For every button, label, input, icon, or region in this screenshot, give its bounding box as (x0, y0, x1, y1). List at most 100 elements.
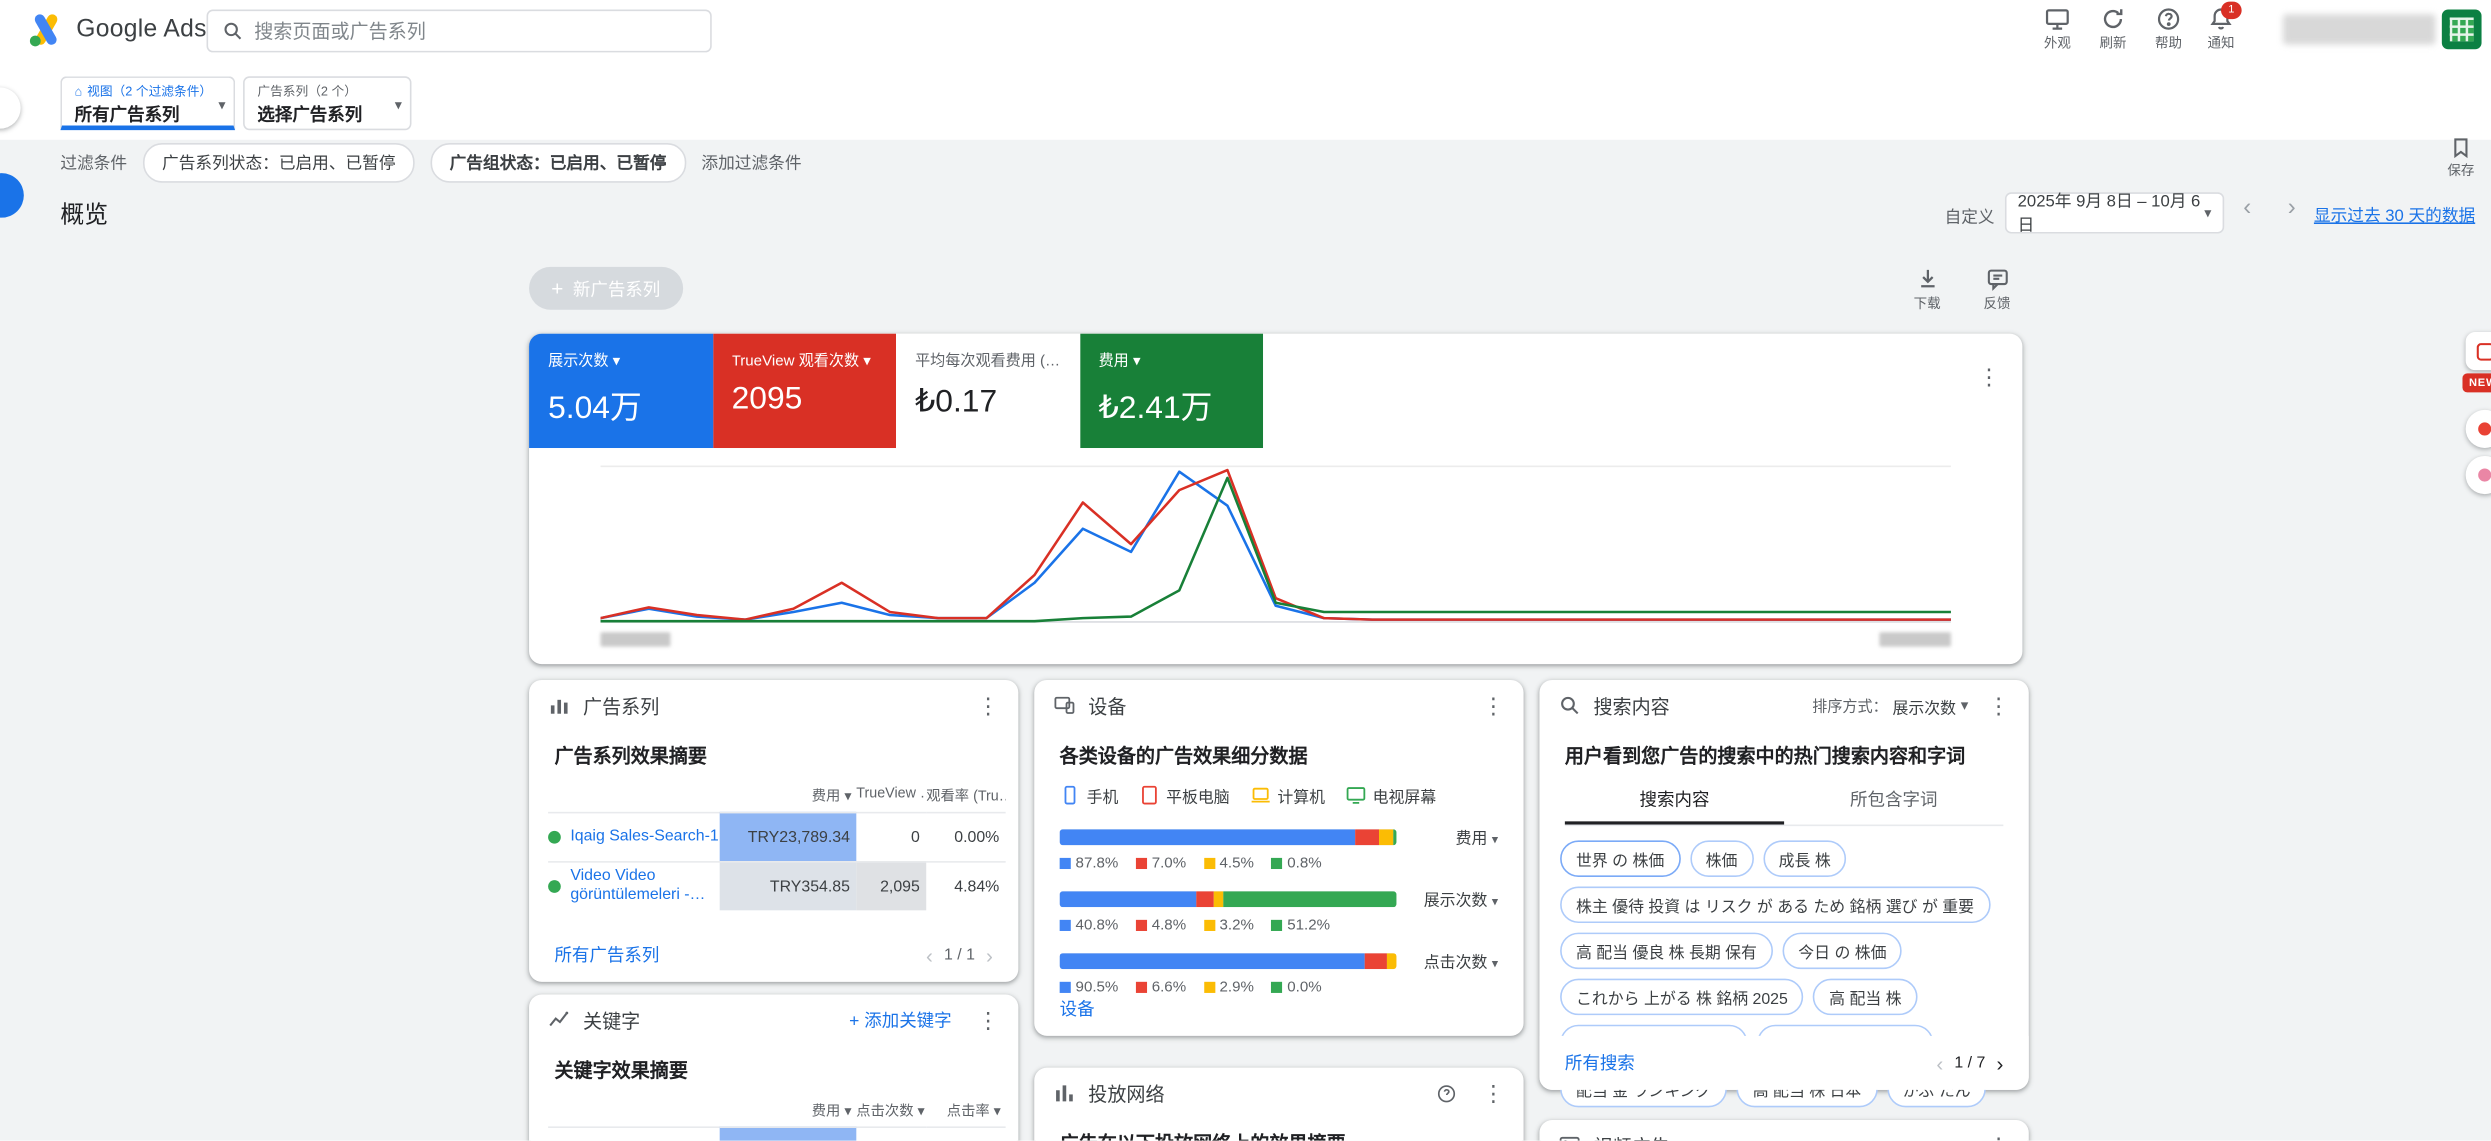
search-term-chip[interactable]: 今日 の 株価 (1782, 933, 1902, 970)
google-ads-triangle-icon (29, 13, 64, 48)
keywords-card-title: 关键字 (583, 1006, 640, 1033)
account-avatar[interactable] (2442, 10, 2482, 50)
scorecard-row: 展示次数 ▾5.04万TrueView 观看次数 ▾2095平均每次观看费用 (… (529, 334, 2022, 448)
help-button[interactable]: 帮助 (2138, 6, 2198, 52)
device-bar-row-费用: 费用 ▾ (1060, 825, 1498, 849)
bar-metric-dropdown[interactable]: 费用 ▾ (1456, 825, 1499, 849)
tab-included-words[interactable]: 所包含字词 (1784, 777, 2003, 825)
column-header-viewrate[interactable]: 观看率 (Tru… ▾ (926, 780, 1005, 812)
bar-metric-dropdown[interactable]: 点击次数 ▾ (1424, 948, 1498, 972)
all-campaigns-link[interactable]: 所有广告系列 (554, 942, 659, 967)
device-bar-row-点击次数: 点击次数 ▾ (1060, 948, 1498, 972)
scorecard-metric-label: TrueView 观看次数 ▾ (732, 348, 877, 370)
notifications-button[interactable]: 1 通知 (2191, 6, 2251, 52)
campaigns-next-page-button[interactable]: › (986, 944, 993, 965)
save-bookmark-icon (2450, 137, 2472, 159)
campaigns-card-menu-button[interactable]: ⋮ (977, 694, 999, 716)
campaign-link[interactable]: Iqaig Sales-Search-1 (570, 827, 718, 847)
column-header-ctr[interactable]: 点击率 ▾ (926, 1095, 1005, 1127)
x-axis-label-redacted-right (1879, 632, 1950, 646)
date-range-picker[interactable]: 2025年 9月 8日 – 10月 6日 ▾ (2005, 192, 2224, 233)
search-next-page-button[interactable]: › (1996, 1053, 2003, 1074)
help-icon (2156, 6, 2181, 31)
search-term-chip[interactable]: 高 配当 株 (1813, 979, 1917, 1016)
campaigns-prev-page-button[interactable]: ‹ (926, 944, 933, 965)
networks-card-menu-button[interactable]: ⋮ (1482, 1082, 1504, 1104)
devices-card-subtitle: 各类设备的广告效果细分数据 (1034, 731, 1523, 774)
video-ads-card-menu-button[interactable]: ⋮ (1987, 1134, 2009, 1140)
show-last-30-days-link[interactable]: 显示过去 30 天的数据 (2314, 203, 2475, 227)
search-term-chip[interactable]: 株主 優待 投資 は リスク が ある ため 銘柄 選び が 重要 (1560, 886, 1990, 923)
stacked-bar (1060, 952, 1397, 968)
download-button[interactable]: 下载 (1897, 267, 1957, 313)
scorecard-4[interactable]: 费用 ▾₺2.41万 (1080, 334, 1263, 448)
right-float-chat-button[interactable] (2466, 410, 2491, 448)
column-header-trueview[interactable]: TrueView … ▾ (856, 780, 926, 812)
right-float-assistant-button[interactable] (2466, 456, 2491, 494)
avatar-grid-pattern (2450, 17, 2474, 41)
search-term-chip[interactable]: 成長 株 (1763, 840, 1847, 877)
new-campaign-button[interactable]: + 新广告系列 (529, 267, 682, 310)
search-prev-page-button[interactable]: ‹ (1936, 1053, 1943, 1074)
percent-item: 7.0% (1136, 855, 1186, 872)
refresh-button[interactable]: 刷新 (2083, 6, 2143, 52)
feedback-icon (1985, 267, 2009, 291)
campaigns-card: 广告系列 ⋮ 广告系列效果摘要 费用 ▾ TrueView … ▾ 观看率 (T… (529, 680, 1018, 982)
date-next-button[interactable]: › (2288, 194, 2296, 221)
column-header-cost[interactable]: 费用 ▾ (720, 780, 857, 812)
appearance-button[interactable]: 外观 (2027, 6, 2087, 52)
status-enabled-dot (548, 831, 561, 844)
campaign-scope-dropdown[interactable]: 广告系列（2 个） 选择广告系列 ▾ (243, 76, 411, 130)
tab-search-terms[interactable]: 搜索内容 (1565, 777, 1784, 825)
trend-chart (601, 454, 1951, 632)
search-icon (222, 21, 243, 42)
search-terms-card-menu-button[interactable]: ⋮ (1987, 694, 2009, 716)
filter-chip-campaign-status[interactable]: 广告系列状态：已启用、已暂停 (143, 143, 415, 183)
column-header-clicks[interactable]: 点击次数 ▾ (856, 1095, 926, 1127)
help-label: 帮助 (2138, 33, 2198, 52)
column-header-cost[interactable]: 费用 ▾ (720, 1095, 857, 1127)
all-searches-link[interactable]: 所有搜索 (1565, 1050, 1635, 1075)
feedback-button[interactable]: 反馈 (1967, 267, 2027, 313)
search-input[interactable]: 搜索页面或广告系列 (207, 10, 712, 53)
date-prev-button[interactable]: ‹ (2243, 194, 2251, 221)
campaign-rate-cell: 4.84% (926, 861, 1005, 910)
keywords-card-subtitle: 关键字效果摘要 (529, 1045, 1018, 1088)
filter-chip-adgroup-status[interactable]: 广告组状态：已启用、已暂停 (431, 143, 686, 183)
status-enabled-dot (548, 880, 561, 893)
devices-link[interactable]: 设备 (1060, 996, 1095, 1021)
image-icon (1559, 1134, 1581, 1140)
campaign-row-name: Iqaig Sales-Search-1 (548, 812, 720, 861)
sort-by-dropdown[interactable]: 排序方式： 展示次数 ▾ (1812, 693, 1968, 717)
devices-card-menu-button[interactable]: ⋮ (1482, 694, 1504, 716)
bar-metric-dropdown[interactable]: 展示次数 ▾ (1424, 886, 1498, 910)
scorecard-3[interactable]: 平均每次观看费用 (…₺0.17 (896, 334, 1079, 448)
search-term-chip[interactable]: 高 配当 優良 株 長期 保有 (1560, 933, 1773, 970)
add-filter-button[interactable]: 添加过滤条件 (701, 151, 801, 175)
account-info-redacted (2283, 14, 2436, 44)
chart-card-menu-button[interactable]: ⋮ (1978, 365, 2000, 387)
search-terms-card-title: 搜索内容 (1593, 692, 1669, 719)
search-term-chip[interactable]: 世界 の 株価 (1560, 840, 1680, 877)
search-term-chip[interactable]: これから 上がる 株 銘柄 2025 (1560, 979, 1804, 1016)
trend-line-TrueView 观看次数 (601, 470, 1951, 619)
trend-line-费用 (601, 478, 1951, 621)
view-scope-dropdown[interactable]: ⌂视图（2 个过滤条件） 所有广告系列 ▾ (60, 76, 235, 130)
devices-card-title: 设备 (1088, 692, 1126, 719)
add-keyword-button[interactable]: + 添加关键字 (849, 1007, 951, 1032)
google-ads-logo[interactable]: Google Ads (29, 13, 207, 48)
keywords-card-menu-button[interactable]: ⋮ (977, 1009, 999, 1031)
scorecard-1[interactable]: 展示次数 ▾5.04万 (529, 334, 712, 448)
scorecard-2[interactable]: TrueView 观看次数 ▾2095 (713, 334, 896, 448)
notifications-label: 通知 (2191, 33, 2251, 52)
trend-chart-svg (601, 454, 1951, 632)
save-button[interactable]: 保存 (2437, 137, 2485, 180)
search-term-chip[interactable]: 株価 (1690, 840, 1754, 877)
sort-by-value: 展示次数 (1892, 693, 1956, 717)
devices-icon (1053, 694, 1075, 716)
left-nav-active-item[interactable] (0, 173, 24, 217)
right-float-promo-button[interactable] (2466, 332, 2491, 370)
percent-item: 40.8% (1060, 917, 1119, 934)
campaign-link[interactable]: Video Video görüntülemeleri -… (570, 867, 719, 907)
networks-help-button[interactable] (1436, 1083, 1457, 1104)
